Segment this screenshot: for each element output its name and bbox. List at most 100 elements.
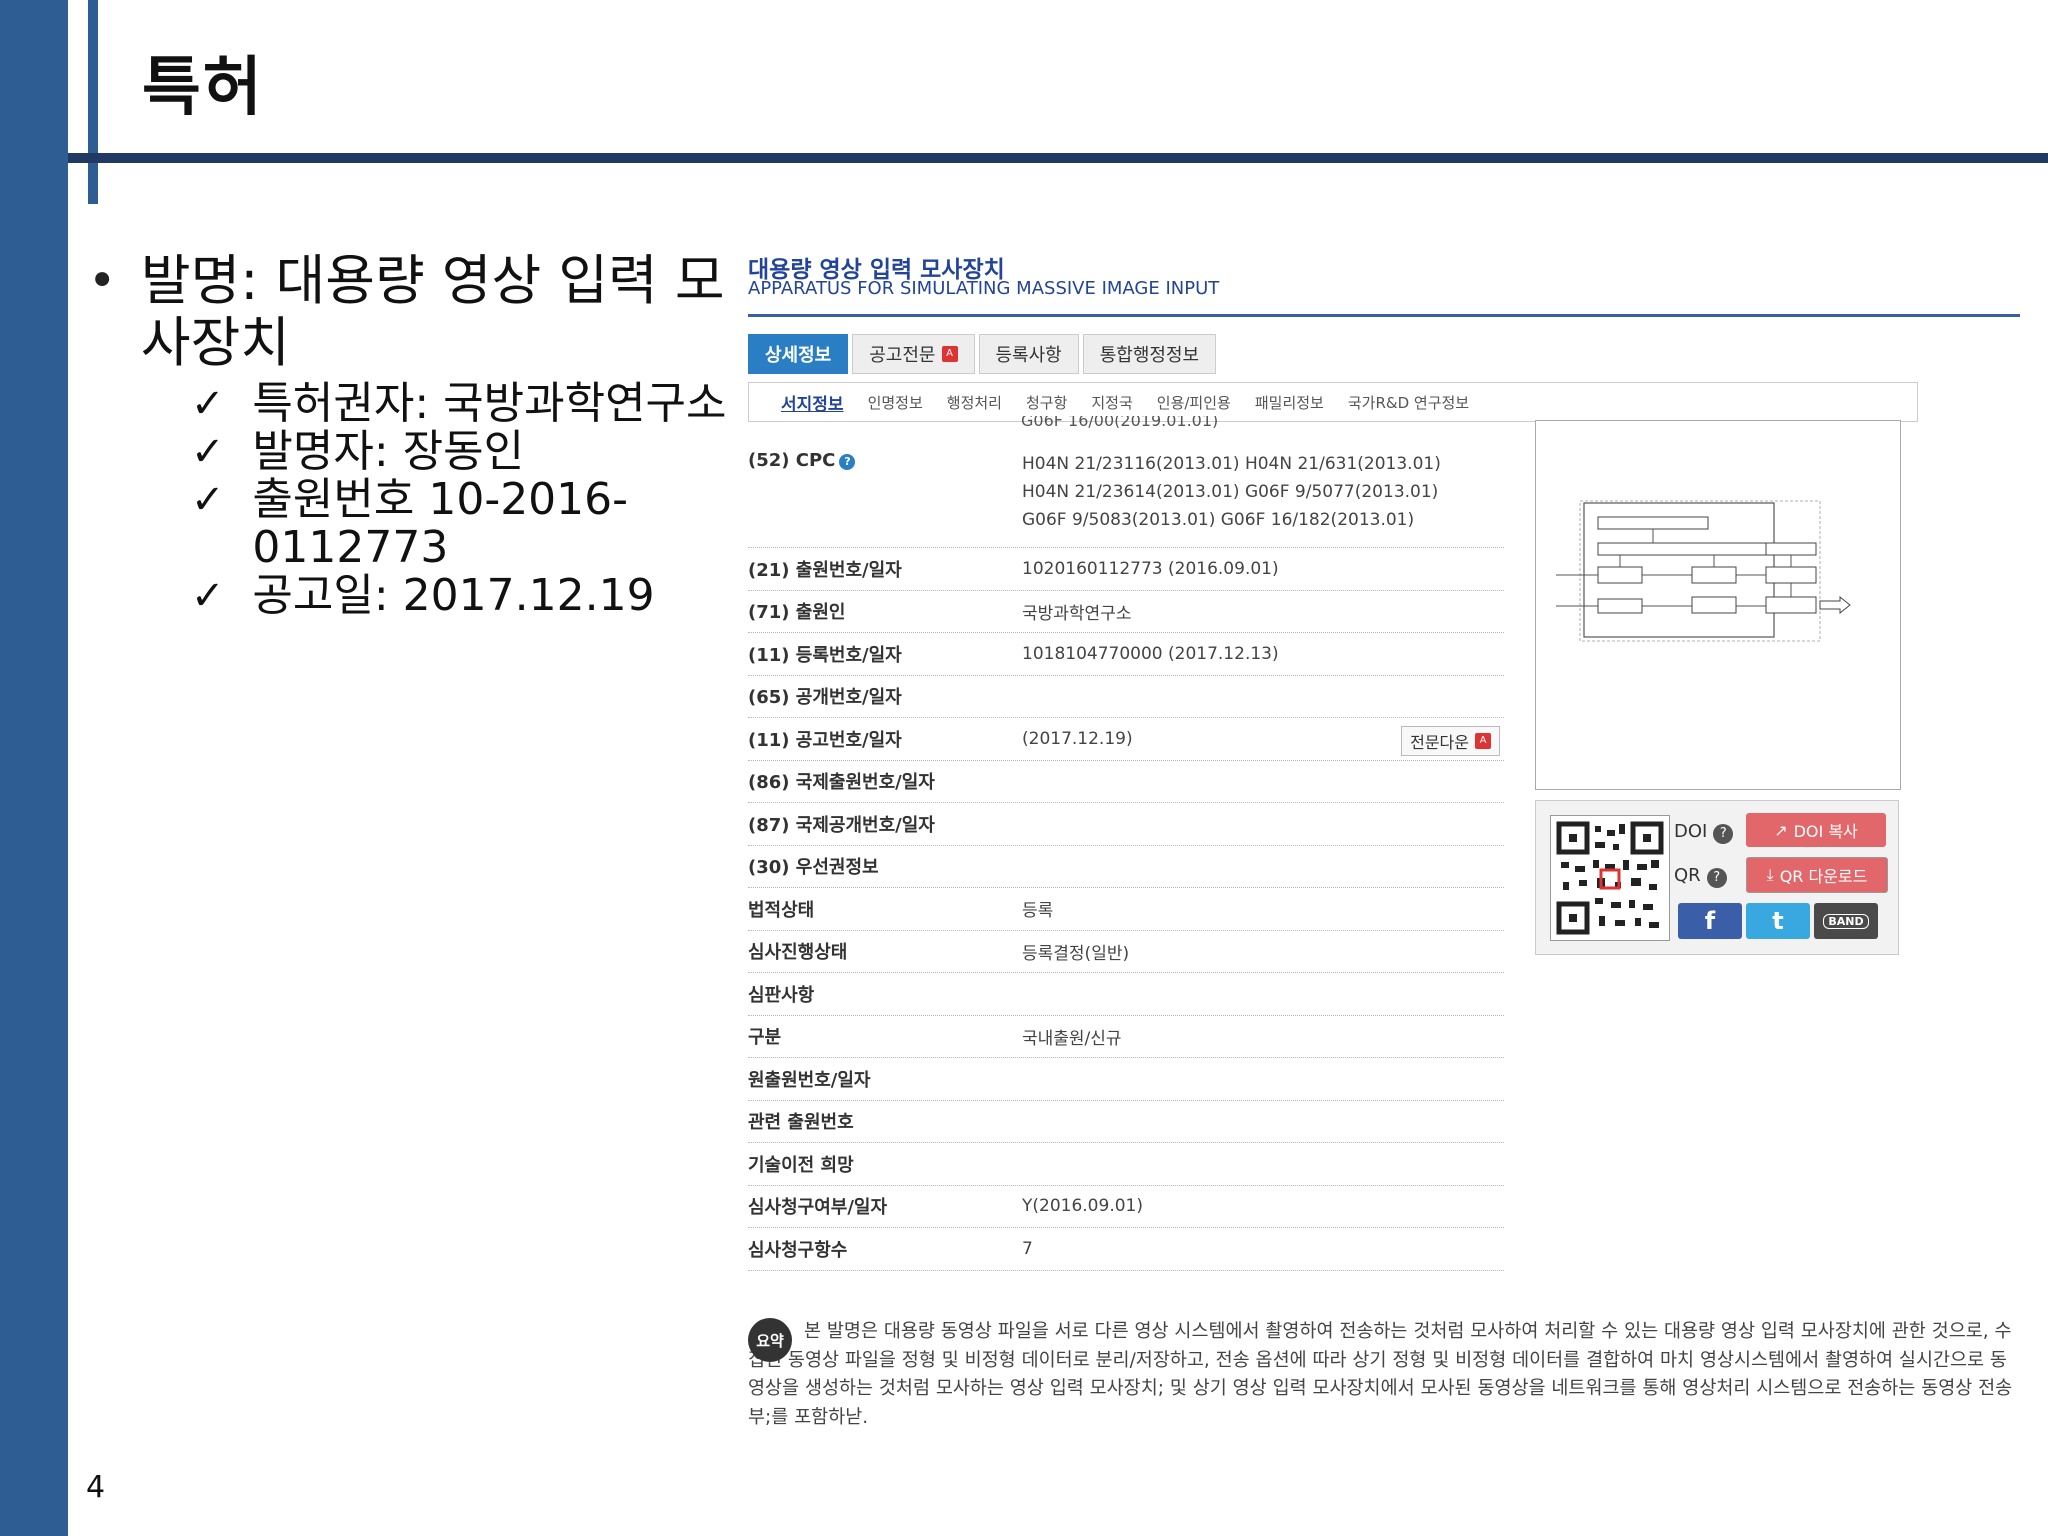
twitter-share-button[interactable]: t xyxy=(1746,903,1810,939)
row-label: (30) 우선권정보 xyxy=(748,857,879,879)
qr-download-button[interactable]: ⤓ QR 다운로드 xyxy=(1746,857,1888,893)
external-link-icon: ↗ xyxy=(1774,820,1788,840)
sub-tabs: 서지정보 인명정보 행정처리 청구항 지정국 인용/피인용 패밀리정보 국가R&… xyxy=(748,382,1918,422)
doi-label-text: DOI xyxy=(1674,821,1708,842)
sub-bullet-item: ✓ 특허권자: 국방과학연구소 xyxy=(191,380,728,428)
subtab-family[interactable]: 패밀리정보 xyxy=(1255,392,1324,413)
download-label: 전문다운 xyxy=(1410,733,1469,752)
help-icon[interactable]: ? xyxy=(839,454,856,470)
table-row: 구분 국내출원/신규 xyxy=(748,1016,1504,1058)
row-label: 구분 xyxy=(748,1027,782,1049)
patent-title-en: APPARATUS FOR SIMULATING MASSIVE IMAGE I… xyxy=(748,278,1220,299)
row-value: 등록 xyxy=(1022,901,1054,922)
subtab-persons[interactable]: 인명정보 xyxy=(868,392,923,413)
bullet-main: • 발명: 대용량 영상 입력 모사장치 xyxy=(88,250,728,374)
download-icon: ⤓ xyxy=(1766,865,1774,884)
subtab-admin[interactable]: 행정처리 xyxy=(947,392,1002,413)
doi-help-icon[interactable]: ? xyxy=(1713,824,1734,844)
band-share-button[interactable]: BAND xyxy=(1814,903,1878,939)
bullet-main-text: 발명: 대용량 영상 입력 모사장치 xyxy=(140,249,725,374)
row-label: (11) 등록번호/일자 xyxy=(748,644,902,666)
table-row: (71) 출원인 국방과학연구소 xyxy=(748,591,1504,633)
qr-code-image xyxy=(1550,815,1670,941)
row-label: (52) CPC? xyxy=(748,450,1022,547)
representative-drawing[interactable] xyxy=(1535,420,1901,790)
diagram-block xyxy=(1597,542,1769,556)
block-diagram-image xyxy=(1556,500,1851,642)
row-value: 7 xyxy=(1022,1238,1033,1259)
doi-copy-button[interactable]: ↗ DOI 복사 xyxy=(1746,813,1886,847)
subtab-claims[interactable]: 청구항 xyxy=(1026,392,1067,413)
table-row: (52) CPC? H04N 21/23116(2013.01) H04N 21… xyxy=(748,438,1504,548)
cpc-line: H04N 21/23614(2013.01) G06F 9/5077(2013.… xyxy=(1022,482,1439,502)
doi-copy-label: DOI 복사 xyxy=(1793,822,1858,841)
check-icon: ✓ xyxy=(191,477,225,523)
band-label: BAND xyxy=(1823,913,1869,929)
main-tabs: 상세정보 공고전문 A 등록사항 통합행정정보 xyxy=(748,334,1220,374)
tab-registration[interactable]: 등록사항 xyxy=(978,334,1079,374)
page-number: 4 xyxy=(86,1470,106,1505)
row-label: (86) 국제출원번호/일자 xyxy=(748,772,935,794)
subtab-rnd[interactable]: 국가R&D 연구정보 xyxy=(1348,392,1469,413)
row-label: 심사청구항수 xyxy=(748,1239,848,1261)
cpc-line: G06F 9/5083(2013.01) G06F 16/182(2013.01… xyxy=(1022,510,1415,530)
tab-admin-info[interactable]: 통합행정정보 xyxy=(1082,334,1217,374)
check-icon: ✓ xyxy=(191,573,225,619)
pdf-icon: A xyxy=(941,346,958,362)
doi-label: DOI? xyxy=(1674,821,1734,844)
table-row: 기술이전 희망 xyxy=(748,1143,1504,1186)
sub-bullet-item: ✓ 출원번호 10-2016-0112773 xyxy=(191,476,728,572)
diagram-block xyxy=(1597,598,1643,614)
cpc-line: H04N 21/23116(2013.01) H04N 21/631(2013.… xyxy=(1022,454,1441,474)
sub-bullet-item: ✓ 발명자: 장동인 xyxy=(191,428,728,476)
qr-label: QR? xyxy=(1674,865,1727,888)
table-row: (87) 국제공개번호/일자 xyxy=(748,803,1504,846)
subtab-bibliographic[interactable]: 서지정보 xyxy=(781,390,844,415)
facebook-share-button[interactable]: f xyxy=(1678,903,1742,939)
qr-label-text: QR xyxy=(1674,865,1701,886)
row-label: (87) 국제공개번호/일자 xyxy=(748,814,935,836)
tab-gazette[interactable]: 공고전문 A xyxy=(852,334,975,374)
bibliographic-table: (52) CPC? H04N 21/23116(2013.01) H04N 21… xyxy=(748,438,1504,1271)
table-row: (11) 등록번호/일자 1018104770000 (2017.12.13) xyxy=(748,633,1504,676)
sub-bullet-text: 출원번호 10-2016-0112773 xyxy=(252,474,629,573)
table-row: 심판사항 xyxy=(748,973,1504,1016)
subtab-designated[interactable]: 지정국 xyxy=(1091,392,1132,413)
row-value: 1018104770000 (2017.12.13) xyxy=(1022,643,1279,664)
check-icon: ✓ xyxy=(191,381,225,427)
diagram-block xyxy=(1765,596,1817,614)
table-row: 관련 출원번호 xyxy=(748,1101,1504,1143)
diagram-block xyxy=(1765,542,1817,556)
row-value: 1020160112773 (2016.09.01) xyxy=(1022,558,1279,579)
qr-download-label: QR 다운로드 xyxy=(1779,867,1868,886)
table-row: 심사청구여부/일자 Y(2016.09.01) xyxy=(748,1186,1504,1228)
diagram-block xyxy=(1597,566,1643,584)
full-text-download-button[interactable]: 전문다운 A xyxy=(1401,726,1500,756)
row-label: 심사진행상태 xyxy=(748,942,848,964)
diagram-block xyxy=(1691,596,1737,614)
abstract-badge: 요약 xyxy=(748,1318,792,1362)
row-label: 심사청구여부/일자 xyxy=(748,1197,888,1219)
bullet-list: • 발명: 대용량 영상 입력 모사장치 ✓ 특허권자: 국방과학연구소 ✓ 발… xyxy=(88,250,728,620)
row-label: 심판사항 xyxy=(748,984,815,1006)
table-row: (30) 우선권정보 xyxy=(748,846,1504,888)
tab-detail[interactable]: 상세정보 xyxy=(748,334,849,374)
row-label: (11) 공고번호/일자 xyxy=(748,729,902,751)
row-value: H04N 21/23116(2013.01) H04N 21/631(2013.… xyxy=(1022,450,1504,547)
sub-bullet-text: 발명자: 장동인 xyxy=(252,426,525,477)
subtab-citations[interactable]: 인용/피인용 xyxy=(1157,392,1231,413)
row-value: Y(2016.09.01) xyxy=(1022,1196,1143,1217)
bullet-dot: • xyxy=(88,253,117,309)
table-row: (65) 공개번호/일자 xyxy=(748,676,1504,718)
sub-bullet-item: ✓ 공고일: 2017.12.19 xyxy=(191,572,728,620)
table-row: (86) 국제출원번호/일자 xyxy=(748,761,1504,803)
clipped-cpc-row: G06F 16/00(2019.01.01) xyxy=(1021,416,1219,428)
table-row: 심사청구항수 7 xyxy=(748,1228,1504,1271)
table-row: 원출원번호/일자 xyxy=(748,1058,1504,1101)
row-label: 원출원번호/일자 xyxy=(748,1069,871,1091)
sub-bullet-list: ✓ 특허권자: 국방과학연구소 ✓ 발명자: 장동인 ✓ 출원번호 10-201… xyxy=(88,380,728,620)
abstract-text: 본 발명은 대용량 동영상 파일을 서로 다른 영상 시스템에서 촬영하여 전송… xyxy=(748,1321,2013,1428)
qr-help-icon[interactable]: ? xyxy=(1706,868,1727,888)
row-label: 관련 출원번호 xyxy=(748,1112,854,1134)
table-row: 법적상태 등록 xyxy=(748,888,1504,931)
